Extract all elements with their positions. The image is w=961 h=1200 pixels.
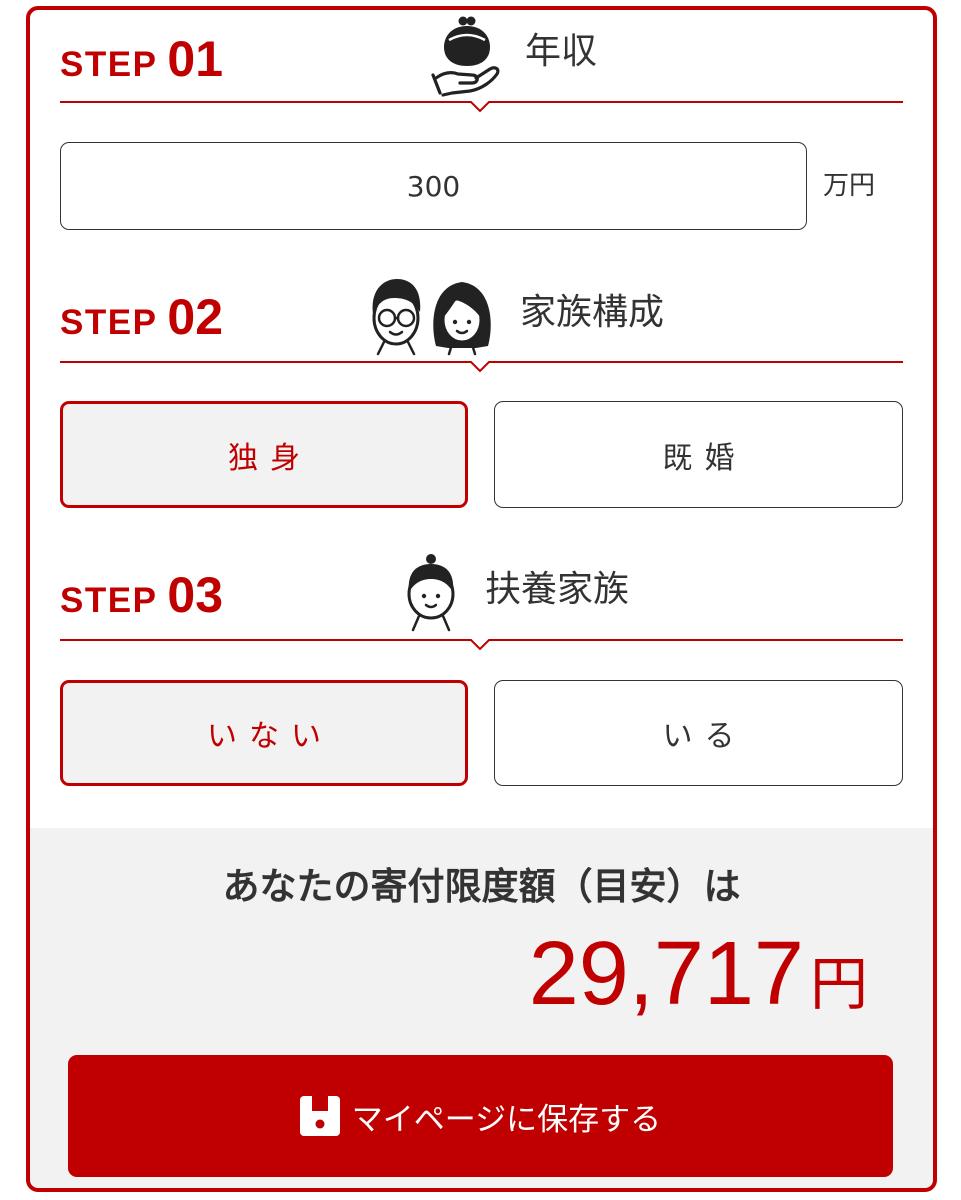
save-icon	[299, 1096, 340, 1136]
step-01-heading: STEP 01	[60, 34, 223, 84]
result-amount: 29,717 円	[529, 929, 868, 1019]
step-word: STEP	[60, 581, 158, 620]
step-number: 01	[167, 31, 224, 87]
option-label: いない	[207, 719, 333, 754]
step-03-heading: STEP 03	[60, 570, 223, 620]
option-label: 独身	[228, 440, 312, 476]
step-01-divider	[60, 101, 903, 113]
amount-unit: 円	[809, 950, 868, 1018]
result-label: あなたの寄付限度額（目安）は	[222, 865, 741, 908]
save-button-label: マイページに保存する	[351, 1101, 662, 1138]
step-02-title: 家族構成	[520, 292, 665, 333]
hand-holding-purse-icon	[431, 16, 500, 97]
family-option-married[interactable]: 既婚	[494, 401, 903, 508]
dependents-option-none[interactable]: いない	[60, 680, 468, 786]
step-number: 02	[167, 289, 224, 345]
option-label: 既婚	[662, 440, 747, 476]
income-input[interactable]	[60, 142, 807, 230]
amount-value: 29,717	[528, 924, 804, 1024]
save-to-mypage-button[interactable]: マイページに保存する	[68, 1055, 893, 1177]
child-face-icon	[407, 554, 455, 632]
donation-limit-simulator: STEP 01 年収 万円 STEP 02	[0, 0, 961, 1200]
step-01-title: 年収	[525, 31, 598, 72]
step-03-divider	[60, 639, 903, 651]
step-number: 03	[167, 567, 224, 623]
option-label: いる	[662, 719, 747, 754]
dependents-option-some[interactable]: いる	[494, 680, 903, 786]
step-03-title: 扶養家族	[485, 569, 630, 610]
step-02-heading: STEP 02	[60, 292, 223, 342]
step-word: STEP	[60, 303, 158, 342]
income-unit-label: 万円	[823, 171, 876, 201]
step-word: STEP	[60, 45, 158, 84]
family-option-single[interactable]: 独身	[60, 401, 468, 508]
couple-faces-icon	[372, 279, 491, 356]
step-02-divider	[60, 361, 903, 373]
